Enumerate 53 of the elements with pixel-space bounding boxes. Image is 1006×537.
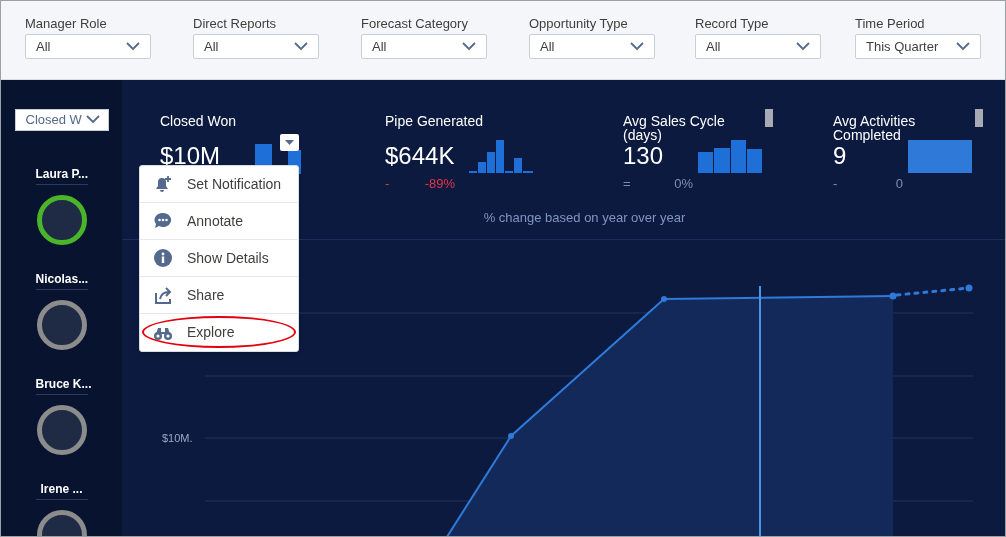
filter-label: Forecast Category — [361, 16, 469, 32]
percent-change: 0 — [894, 175, 903, 193]
bar-sparkline — [469, 140, 533, 174]
filter-dropdown[interactable]: All — [193, 34, 319, 59]
menu-item[interactable]: Explore — [140, 314, 298, 351]
chevron-down-icon — [630, 42, 644, 51]
filter-dropdown[interactable]: All — [361, 34, 487, 59]
menu-toggle-button[interactable] — [280, 134, 299, 151]
share-icon — [153, 285, 173, 305]
chat-bubble-icon — [153, 211, 173, 231]
filter-label: Direct Reports — [193, 16, 278, 32]
kpi-title: Closed Won — [160, 112, 237, 131]
scrollbar-thumb[interactable] — [765, 109, 773, 127]
filter-dropdown[interactable]: All — [25, 34, 151, 59]
filter-label: Time Period — [855, 16, 926, 32]
bar-sparkline — [698, 140, 762, 174]
kpi-value: $10M — [160, 142, 221, 169]
trend-indicator: = — [623, 175, 632, 193]
person-name: Laura P... — [35, 166, 88, 185]
kpi-value: $644K — [385, 142, 455, 169]
filter-label: Record Type — [695, 16, 770, 32]
chevron-down-icon — [462, 42, 476, 51]
person-name: Nicolas... — [35, 271, 88, 290]
menu-item[interactable]: Share — [140, 277, 298, 314]
bell-plus-icon — [153, 174, 173, 194]
chevron-down-icon — [126, 42, 140, 51]
chevron-down-icon — [956, 42, 970, 51]
record-dropdown[interactable]: Closed W — [14, 109, 109, 131]
person-name: Irene ... — [35, 481, 88, 500]
chevron-down-icon — [85, 115, 100, 125]
footnote: % change based on year over year — [483, 210, 686, 225]
percent-change: -89% — [423, 175, 455, 193]
filter-dropdown[interactable]: All — [529, 34, 655, 59]
percent-change: 0% — [673, 175, 693, 193]
kpi-title: Pipe Generated — [385, 112, 485, 131]
axis-label: $10M. — [162, 431, 193, 446]
kpi-value: 9 — [833, 142, 847, 169]
scrollbar-thumb[interactable] — [975, 109, 983, 127]
trend-indicator: - — [385, 175, 391, 193]
filter-dropdown[interactable]: All — [695, 34, 821, 59]
chevron-down-icon — [294, 42, 308, 51]
caret-icon — [285, 140, 294, 145]
bar-sparkline — [908, 140, 972, 174]
filter-label: Opportunity Type — [529, 16, 629, 32]
filter-label: Manager Role — [25, 16, 108, 32]
menu-item[interactable]: Show Details — [140, 240, 298, 277]
info-icon — [153, 248, 173, 268]
kpi-value: 130 — [623, 142, 664, 169]
menu-item[interactable]: Set Notification — [140, 166, 298, 203]
filter-dropdown[interactable]: This Quarter — [855, 34, 981, 59]
chevron-down-icon — [796, 42, 810, 51]
trend-indicator: - — [833, 175, 839, 193]
menu-item[interactable]: Annotate — [140, 203, 298, 240]
